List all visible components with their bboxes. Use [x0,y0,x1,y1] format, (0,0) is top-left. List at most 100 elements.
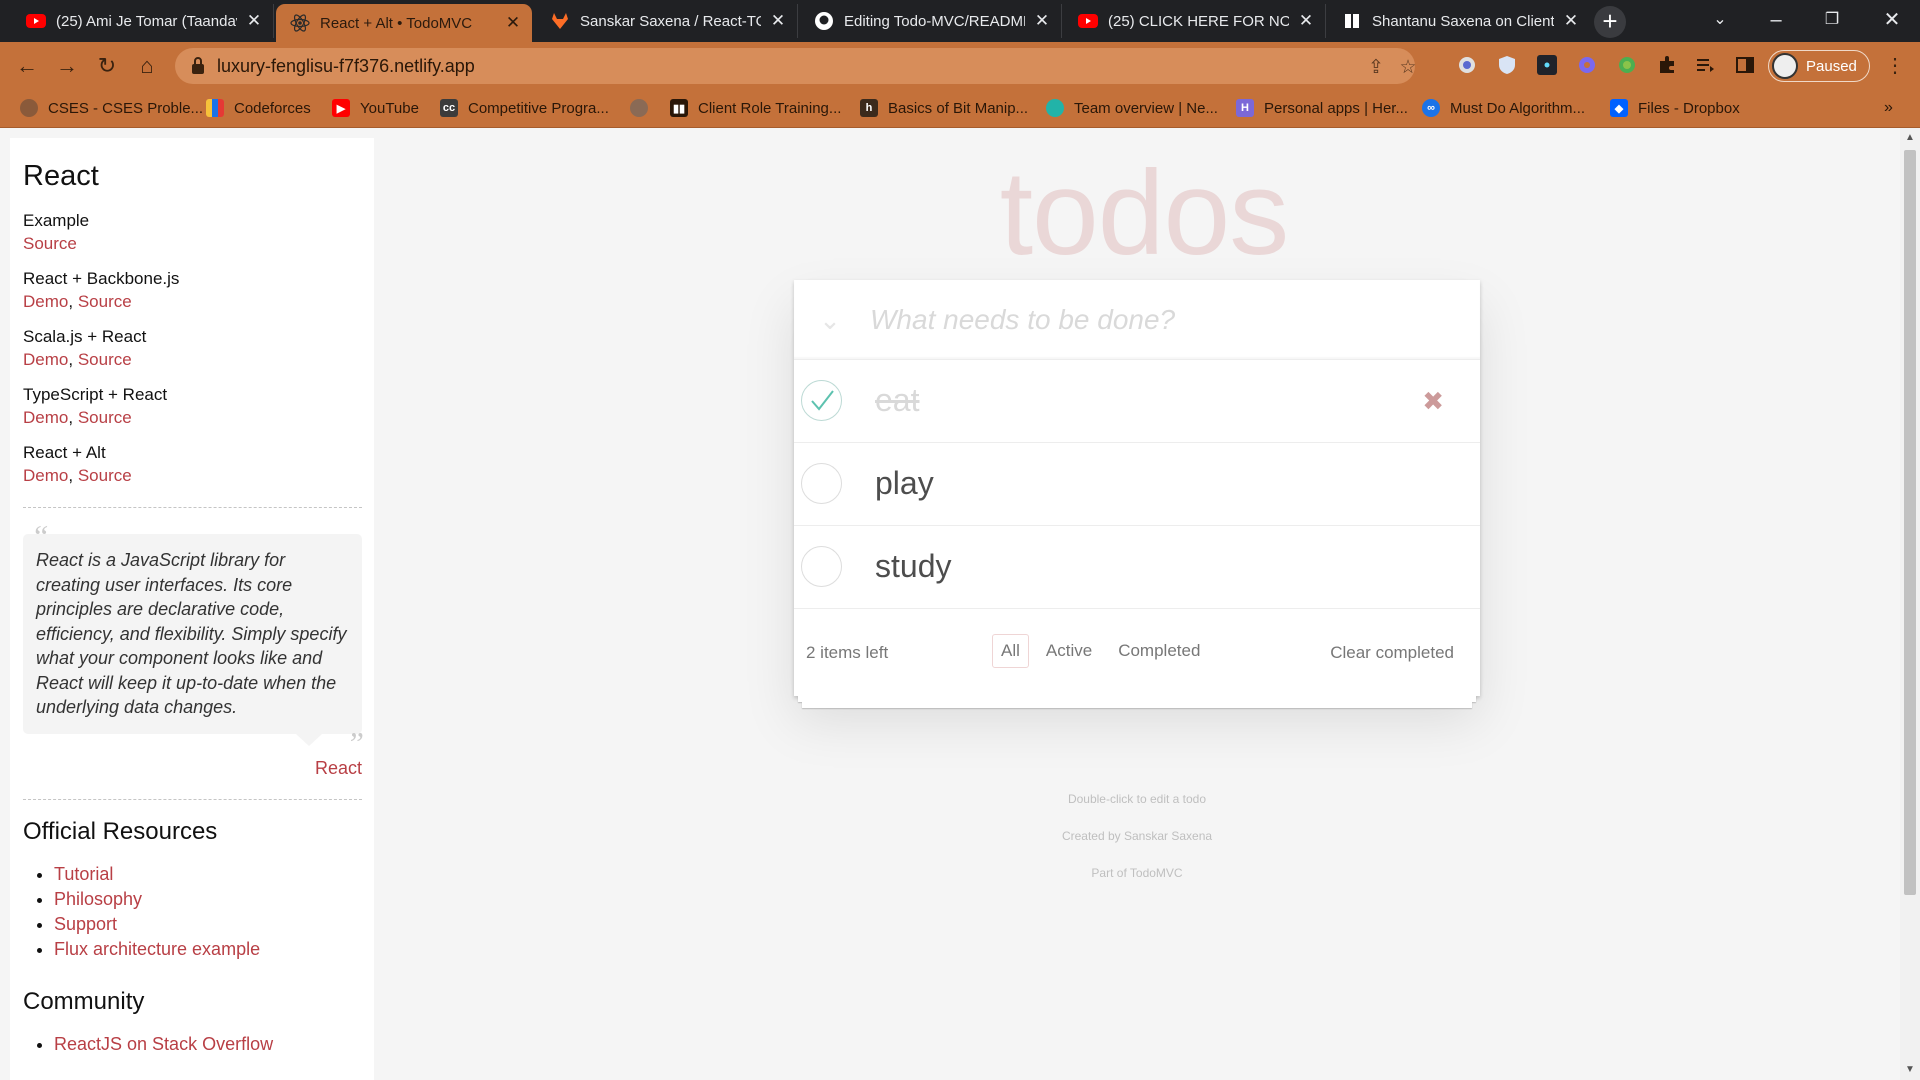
source-link[interactable]: Source [78,350,132,369]
gitlab-icon [550,11,570,31]
side-panel-icon[interactable] [1734,54,1756,76]
browser-toolbar: ← → ↻ ⌂ luxury-fenglisu-f7f376.netlify.a… [0,42,1920,90]
tab-gitlab[interactable]: Sanskar Saxena / React-TOD ✕ [536,4,798,38]
demo-link[interactable]: Demo [23,292,68,311]
tab-title: (25) Ami Je Tomar (Taandav [56,12,237,30]
home-icon[interactable]: ⌂ [134,54,160,80]
tab-youtube-1[interactable]: (25) Ami Je Tomar (Taandav ✕ [12,4,274,38]
reload-icon[interactable]: ↻ [94,54,120,80]
todo-label[interactable]: study [875,548,951,585]
bookmark-client-role-training[interactable]: ▮▮ Client Role Training... [670,96,841,120]
scroll-up-icon[interactable]: ▲ [1905,132,1915,143]
info-created-by: Created by Sanskar Saxena [1061,829,1213,843]
bookmark-codeforces[interactable]: Codeforces [206,96,311,120]
cses-icon [20,99,38,117]
restore-button[interactable]: ❐ [1804,0,1860,42]
avatar [1772,53,1798,79]
bookmark-globe[interactable] [630,96,648,120]
list-item: Tutorial [54,862,362,887]
todo-checkbox[interactable] [801,463,842,504]
todo-item[interactable]: eat ✖ [794,360,1480,443]
extension-react-icon[interactable] [1536,54,1558,76]
source-link[interactable]: Source [78,408,132,427]
new-todo-input[interactable] [870,298,1450,342]
todo-item[interactable]: study [794,526,1480,609]
close-tab-icon[interactable]: ✕ [504,13,522,33]
demo-link[interactable]: Demo [23,350,68,369]
info-edit-hint: Double-click to edit a todo [1067,792,1207,806]
filter-completed[interactable]: Completed [1109,634,1209,668]
lock-icon[interactable] [191,57,205,80]
link-separator: , [68,408,74,427]
close-window-button[interactable]: ✕ [1864,0,1920,42]
tutorial-link[interactable]: Tutorial [54,864,113,884]
extension-camera-icon[interactable] [1456,54,1478,76]
bookmark-bit-manipulation[interactable]: h Basics of Bit Manip... [860,96,1028,120]
sidebar: React Example Source React + Backbone.js… [10,138,374,1080]
more-bookmarks-icon[interactable]: » [1884,96,1893,120]
todo-label[interactable]: eat [875,382,919,419]
address-bar[interactable]: luxury-fenglisu-f7f376.netlify.app ⇪ ☆ [175,48,1417,84]
profile-button[interactable]: Paused [1768,50,1870,82]
demo-link[interactable]: Demo [23,408,68,427]
delete-todo-icon[interactable]: ✖ [1422,386,1444,417]
extension-shield-icon[interactable] [1496,54,1518,76]
tab-react-alt-todomvc[interactable]: React + Alt • TodoMVC ✕ [276,4,532,42]
support-link[interactable]: Support [54,914,117,934]
community-heading: Community [23,987,145,1015]
tab-title: Editing Todo-MVC/README [844,12,1025,30]
scrollbar-thumb[interactable] [1904,150,1916,895]
bookmark-cses[interactable]: CSES - CSES Proble... [20,96,203,120]
close-tab-icon[interactable]: ✕ [1297,11,1315,31]
minimize-button[interactable]: – [1748,0,1804,42]
page-scrollbar[interactable]: ▲ ▼ [1900,128,1920,1080]
bookmark-team-overview[interactable]: Team overview | Ne... [1046,96,1218,120]
app-title: todos [999,146,1290,280]
heroku-icon: H [1236,99,1254,117]
close-tab-icon[interactable]: ✕ [245,11,263,31]
bookmark-heroku[interactable]: H Personal apps | Her... [1236,96,1408,120]
atlassian-icon [1342,11,1362,31]
close-tab-icon[interactable]: ✕ [1033,11,1051,31]
filter-all[interactable]: All [992,634,1029,668]
bookmark-competitive-programming[interactable]: cc Competitive Progra... [440,96,609,120]
hackerearth-icon: h [860,99,878,117]
forward-icon[interactable]: → [54,54,80,80]
todo-checkbox[interactable] [801,380,842,421]
source-link[interactable]: Source [23,234,77,253]
filter-active[interactable]: Active [1037,634,1101,668]
demo-link[interactable]: Demo [23,466,68,485]
bookmark-dropbox[interactable]: ◆ Files - Dropbox [1610,96,1740,120]
todo-checkbox[interactable] [801,546,842,587]
bookmark-star-icon[interactable]: ☆ [1397,56,1419,78]
bookmark-youtube[interactable]: ▶ YouTube [332,96,419,120]
tab-search-icon[interactable]: ⌄ [1692,0,1748,42]
todo-item[interactable]: play [794,443,1480,526]
close-tab-icon[interactable]: ✕ [1562,11,1580,31]
tab-atlassian[interactable]: Shantanu Saxena on Client ✕ [1328,4,1590,38]
extension-green-icon[interactable] [1616,54,1638,76]
flux-example-link[interactable]: Flux architecture example [54,939,260,959]
scroll-down-icon[interactable]: ▼ [1905,1064,1915,1075]
source-link[interactable]: Source [78,292,132,311]
todo-label[interactable]: play [875,465,934,502]
media-control-icon[interactable] [1694,54,1716,76]
share-icon[interactable]: ⇪ [1365,56,1387,78]
menu-kebab-icon[interactable]: ⋮ [1882,54,1908,80]
source-link[interactable]: Source [78,466,132,485]
extension-gear-icon[interactable] [1576,54,1598,76]
stackoverflow-link[interactable]: ReactJS on Stack Overflow [54,1034,273,1054]
bookmark-must-do-algorithms[interactable]: ∞ Must Do Algorithm... [1422,96,1585,120]
example-name: React + Alt [23,443,106,462]
tab-github[interactable]: Editing Todo-MVC/README ✕ [800,4,1062,38]
close-tab-icon[interactable]: ✕ [769,11,787,31]
tab-youtube-2[interactable]: (25) CLICK HERE FOR NORA ✕ [1064,4,1326,38]
clear-completed-button[interactable]: Clear completed [1330,643,1454,663]
philosophy-link[interactable]: Philosophy [54,889,142,909]
back-icon[interactable]: ← [14,54,40,80]
toggle-all-chevron-icon[interactable]: ⌄ [810,300,850,340]
example-name: Example [23,211,90,230]
new-tab-button[interactable]: + [1594,6,1626,38]
extensions-puzzle-icon[interactable] [1656,54,1678,76]
example-name: React + Backbone.js [23,269,180,288]
